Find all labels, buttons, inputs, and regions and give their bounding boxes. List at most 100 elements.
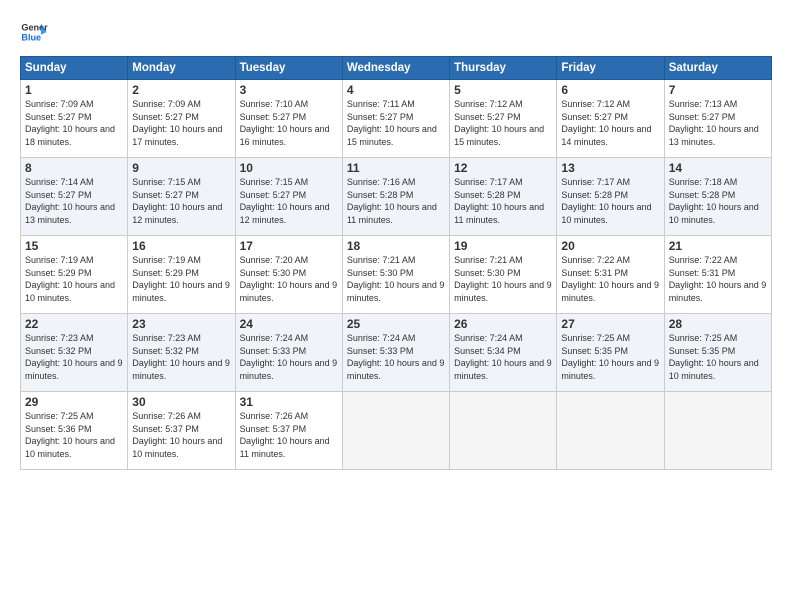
day-number: 9 (132, 161, 230, 175)
day-info: Sunrise: 7:20 AMSunset: 5:30 PMDaylight:… (240, 255, 338, 303)
day-number: 12 (454, 161, 552, 175)
calendar-cell: 4 Sunrise: 7:11 AMSunset: 5:27 PMDayligh… (342, 80, 449, 158)
calendar-cell: 18 Sunrise: 7:21 AMSunset: 5:30 PMDaylig… (342, 236, 449, 314)
weekday-header-friday: Friday (557, 57, 664, 80)
day-info: Sunrise: 7:21 AMSunset: 5:30 PMDaylight:… (347, 255, 445, 303)
calendar-cell: 20 Sunrise: 7:22 AMSunset: 5:31 PMDaylig… (557, 236, 664, 314)
day-info: Sunrise: 7:19 AMSunset: 5:29 PMDaylight:… (25, 255, 115, 303)
svg-text:Blue: Blue (21, 32, 41, 42)
day-number: 5 (454, 83, 552, 97)
day-number: 26 (454, 317, 552, 331)
calendar-cell: 7 Sunrise: 7:13 AMSunset: 5:27 PMDayligh… (664, 80, 771, 158)
day-number: 8 (25, 161, 123, 175)
calendar-cell: 17 Sunrise: 7:20 AMSunset: 5:30 PMDaylig… (235, 236, 342, 314)
day-info: Sunrise: 7:22 AMSunset: 5:31 PMDaylight:… (669, 255, 767, 303)
day-info: Sunrise: 7:09 AMSunset: 5:27 PMDaylight:… (25, 99, 115, 147)
day-info: Sunrise: 7:16 AMSunset: 5:28 PMDaylight:… (347, 177, 437, 225)
day-number: 7 (669, 83, 767, 97)
day-info: Sunrise: 7:26 AMSunset: 5:37 PMDaylight:… (240, 411, 330, 459)
calendar-cell: 25 Sunrise: 7:24 AMSunset: 5:33 PMDaylig… (342, 314, 449, 392)
day-info: Sunrise: 7:14 AMSunset: 5:27 PMDaylight:… (25, 177, 115, 225)
day-number: 20 (561, 239, 659, 253)
day-number: 6 (561, 83, 659, 97)
week-row-5: 29 Sunrise: 7:25 AMSunset: 5:36 PMDaylig… (21, 392, 772, 470)
header: General Blue (20, 18, 772, 46)
calendar-cell: 19 Sunrise: 7:21 AMSunset: 5:30 PMDaylig… (450, 236, 557, 314)
day-number: 2 (132, 83, 230, 97)
calendar-cell: 16 Sunrise: 7:19 AMSunset: 5:29 PMDaylig… (128, 236, 235, 314)
weekday-header-monday: Monday (128, 57, 235, 80)
calendar-cell: 6 Sunrise: 7:12 AMSunset: 5:27 PMDayligh… (557, 80, 664, 158)
weekday-header-wednesday: Wednesday (342, 57, 449, 80)
day-info: Sunrise: 7:24 AMSunset: 5:33 PMDaylight:… (240, 333, 338, 381)
day-number: 3 (240, 83, 338, 97)
day-number: 18 (347, 239, 445, 253)
calendar-cell: 21 Sunrise: 7:22 AMSunset: 5:31 PMDaylig… (664, 236, 771, 314)
day-info: Sunrise: 7:12 AMSunset: 5:27 PMDaylight:… (561, 99, 651, 147)
day-number: 19 (454, 239, 552, 253)
weekday-header-sunday: Sunday (21, 57, 128, 80)
calendar-cell: 23 Sunrise: 7:23 AMSunset: 5:32 PMDaylig… (128, 314, 235, 392)
day-number: 29 (25, 395, 123, 409)
day-info: Sunrise: 7:23 AMSunset: 5:32 PMDaylight:… (132, 333, 230, 381)
weekday-header-tuesday: Tuesday (235, 57, 342, 80)
calendar-cell: 30 Sunrise: 7:26 AMSunset: 5:37 PMDaylig… (128, 392, 235, 470)
day-number: 10 (240, 161, 338, 175)
page: General Blue SundayMondayTuesdayWednesda… (0, 0, 792, 480)
day-number: 31 (240, 395, 338, 409)
day-number: 23 (132, 317, 230, 331)
calendar-cell: 24 Sunrise: 7:24 AMSunset: 5:33 PMDaylig… (235, 314, 342, 392)
calendar-cell (664, 392, 771, 470)
day-info: Sunrise: 7:15 AMSunset: 5:27 PMDaylight:… (240, 177, 330, 225)
calendar-cell: 26 Sunrise: 7:24 AMSunset: 5:34 PMDaylig… (450, 314, 557, 392)
day-info: Sunrise: 7:15 AMSunset: 5:27 PMDaylight:… (132, 177, 222, 225)
day-info: Sunrise: 7:25 AMSunset: 5:35 PMDaylight:… (561, 333, 659, 381)
day-number: 17 (240, 239, 338, 253)
day-info: Sunrise: 7:11 AMSunset: 5:27 PMDaylight:… (347, 99, 437, 147)
day-info: Sunrise: 7:25 AMSunset: 5:36 PMDaylight:… (25, 411, 115, 459)
week-row-4: 22 Sunrise: 7:23 AMSunset: 5:32 PMDaylig… (21, 314, 772, 392)
day-info: Sunrise: 7:22 AMSunset: 5:31 PMDaylight:… (561, 255, 659, 303)
calendar-cell: 11 Sunrise: 7:16 AMSunset: 5:28 PMDaylig… (342, 158, 449, 236)
day-number: 4 (347, 83, 445, 97)
calendar-cell: 27 Sunrise: 7:25 AMSunset: 5:35 PMDaylig… (557, 314, 664, 392)
calendar-cell: 8 Sunrise: 7:14 AMSunset: 5:27 PMDayligh… (21, 158, 128, 236)
week-row-1: 1 Sunrise: 7:09 AMSunset: 5:27 PMDayligh… (21, 80, 772, 158)
day-number: 16 (132, 239, 230, 253)
calendar-cell: 31 Sunrise: 7:26 AMSunset: 5:37 PMDaylig… (235, 392, 342, 470)
day-number: 27 (561, 317, 659, 331)
day-number: 25 (347, 317, 445, 331)
week-row-2: 8 Sunrise: 7:14 AMSunset: 5:27 PMDayligh… (21, 158, 772, 236)
calendar-cell: 10 Sunrise: 7:15 AMSunset: 5:27 PMDaylig… (235, 158, 342, 236)
day-info: Sunrise: 7:13 AMSunset: 5:27 PMDaylight:… (669, 99, 759, 147)
week-row-3: 15 Sunrise: 7:19 AMSunset: 5:29 PMDaylig… (21, 236, 772, 314)
logo-icon: General Blue (20, 18, 48, 46)
day-number: 1 (25, 83, 123, 97)
day-info: Sunrise: 7:24 AMSunset: 5:33 PMDaylight:… (347, 333, 445, 381)
day-info: Sunrise: 7:25 AMSunset: 5:35 PMDaylight:… (669, 333, 759, 381)
calendar-cell: 1 Sunrise: 7:09 AMSunset: 5:27 PMDayligh… (21, 80, 128, 158)
calendar-cell: 3 Sunrise: 7:10 AMSunset: 5:27 PMDayligh… (235, 80, 342, 158)
day-number: 15 (25, 239, 123, 253)
day-number: 13 (561, 161, 659, 175)
weekday-header-row: SundayMondayTuesdayWednesdayThursdayFrid… (21, 57, 772, 80)
day-info: Sunrise: 7:26 AMSunset: 5:37 PMDaylight:… (132, 411, 222, 459)
calendar-cell (557, 392, 664, 470)
logo: General Blue (20, 18, 48, 46)
calendar-cell: 12 Sunrise: 7:17 AMSunset: 5:28 PMDaylig… (450, 158, 557, 236)
day-info: Sunrise: 7:10 AMSunset: 5:27 PMDaylight:… (240, 99, 330, 147)
day-number: 14 (669, 161, 767, 175)
day-number: 21 (669, 239, 767, 253)
calendar-cell: 28 Sunrise: 7:25 AMSunset: 5:35 PMDaylig… (664, 314, 771, 392)
day-info: Sunrise: 7:09 AMSunset: 5:27 PMDaylight:… (132, 99, 222, 147)
calendar-cell: 22 Sunrise: 7:23 AMSunset: 5:32 PMDaylig… (21, 314, 128, 392)
calendar-cell: 14 Sunrise: 7:18 AMSunset: 5:28 PMDaylig… (664, 158, 771, 236)
day-number: 11 (347, 161, 445, 175)
day-info: Sunrise: 7:24 AMSunset: 5:34 PMDaylight:… (454, 333, 552, 381)
calendar-cell: 5 Sunrise: 7:12 AMSunset: 5:27 PMDayligh… (450, 80, 557, 158)
weekday-header-thursday: Thursday (450, 57, 557, 80)
day-number: 22 (25, 317, 123, 331)
day-info: Sunrise: 7:18 AMSunset: 5:28 PMDaylight:… (669, 177, 759, 225)
calendar-cell (342, 392, 449, 470)
day-info: Sunrise: 7:19 AMSunset: 5:29 PMDaylight:… (132, 255, 230, 303)
